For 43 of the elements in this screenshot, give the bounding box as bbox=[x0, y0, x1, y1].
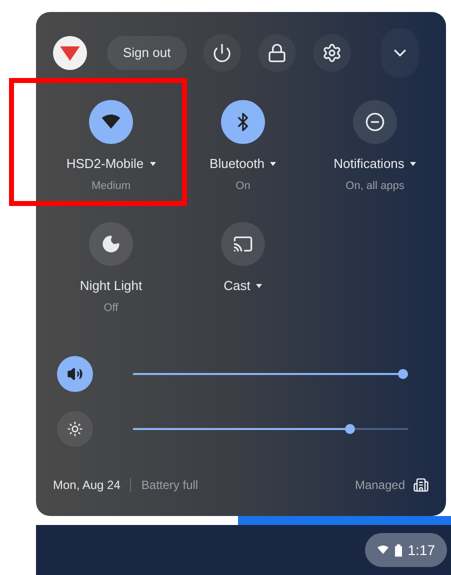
cast-icon bbox=[233, 234, 253, 254]
slider-thumb[interactable] bbox=[398, 368, 408, 378]
toggle-button[interactable] bbox=[221, 222, 265, 266]
tile-status: Off bbox=[104, 300, 118, 316]
toggle-button[interactable] bbox=[353, 100, 397, 144]
battery-status: Battery full bbox=[141, 477, 198, 494]
do-not-disturb-icon bbox=[365, 112, 385, 132]
date-text[interactable]: Mon, Aug 24 bbox=[53, 476, 120, 494]
dropdown-caret-icon bbox=[256, 284, 262, 288]
volume-button[interactable] bbox=[57, 356, 93, 392]
settings-icon bbox=[322, 43, 342, 63]
clock-time[interactable]: 1:17 bbox=[408, 540, 435, 560]
building-icon bbox=[413, 477, 429, 493]
tile-status: On, all apps bbox=[346, 178, 404, 194]
avatar-icon[interactable] bbox=[53, 36, 87, 70]
tile-label[interactable]: Night Light bbox=[80, 276, 142, 296]
settings-button[interactable] bbox=[312, 34, 351, 72]
toggle-button[interactable] bbox=[89, 222, 133, 266]
toggle-button[interactable] bbox=[221, 100, 265, 144]
tile-label[interactable]: Notifications bbox=[334, 154, 416, 174]
wifi-icon bbox=[376, 544, 389, 556]
lock-icon bbox=[266, 43, 287, 63]
slider-thumb[interactable] bbox=[345, 424, 356, 434]
status-area-button[interactable]: 1:17 bbox=[364, 533, 447, 567]
sign-out-button[interactable]: Sign out bbox=[107, 36, 187, 70]
power-icon bbox=[212, 43, 232, 63]
dropdown-caret-icon bbox=[410, 162, 416, 166]
speaker-icon bbox=[67, 366, 83, 382]
tile-label[interactable]: Bluetooth bbox=[210, 154, 276, 174]
dropdown-caret-icon bbox=[150, 162, 156, 166]
power-button[interactable] bbox=[202, 34, 241, 72]
battery-icon bbox=[394, 544, 402, 556]
dropdown-caret-icon bbox=[270, 162, 276, 166]
tile-status: On bbox=[236, 178, 250, 194]
tile-label[interactable]: HSD2-Mobile bbox=[66, 154, 156, 174]
brightness-icon bbox=[67, 420, 83, 436]
tile-label[interactable]: Cast bbox=[224, 276, 262, 296]
brightness-button[interactable] bbox=[57, 410, 93, 446]
toggle-button[interactable] bbox=[89, 100, 133, 144]
moon-icon bbox=[101, 234, 121, 254]
managed-text: Managed bbox=[354, 477, 405, 494]
lock-button[interactable] bbox=[258, 34, 296, 72]
tile-status: Medium bbox=[91, 178, 131, 194]
